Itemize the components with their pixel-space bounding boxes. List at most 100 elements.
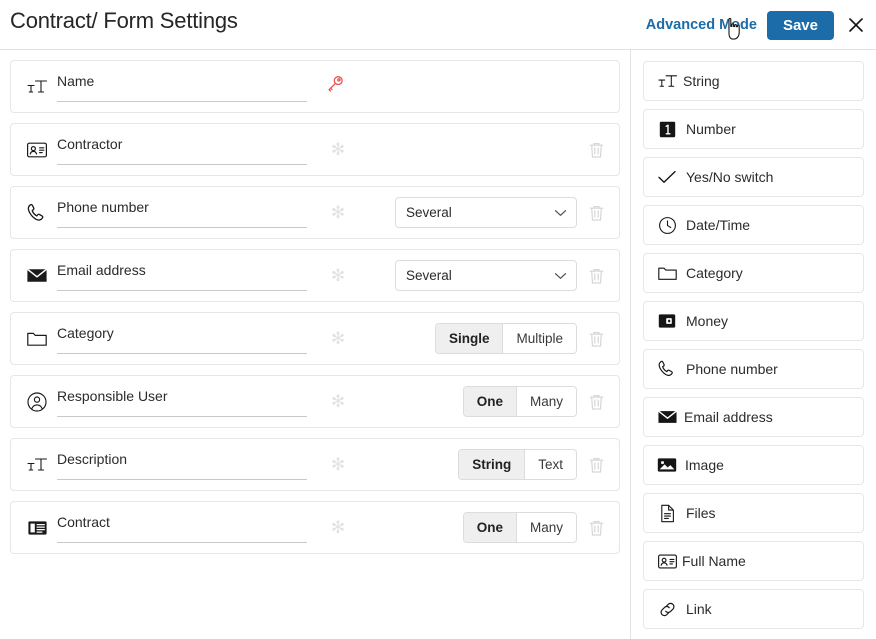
field-name-input[interactable]: Description <box>57 448 307 482</box>
required-marker[interactable]: ✻ <box>325 456 351 473</box>
cardinality-select-value: Several <box>406 205 452 220</box>
field-name-value: Contractor <box>57 135 123 152</box>
field-name-underline <box>57 415 307 417</box>
cardinality-select-value: Several <box>406 268 452 283</box>
folder-icon <box>25 327 49 351</box>
chevron-down-icon <box>554 268 567 283</box>
palette-item-date-time[interactable]: Date/Time <box>643 205 864 245</box>
delete-field-icon[interactable] <box>585 138 607 162</box>
field-name-input[interactable]: Contractor <box>57 133 307 167</box>
palette-item-label: Link <box>686 601 712 617</box>
delete-field-icon[interactable] <box>585 264 607 288</box>
delete-field-icon[interactable] <box>585 201 607 225</box>
table-row[interactable]: Phone number ✻ Several <box>10 186 620 239</box>
segment-one[interactable]: One <box>463 513 516 542</box>
required-marker[interactable]: ✻ <box>325 141 351 158</box>
text-string-icon <box>25 453 49 477</box>
table-row[interactable]: Category ✻ Single Multiple <box>10 312 620 365</box>
table-row[interactable]: Email address ✻ Several <box>10 249 620 302</box>
required-marker[interactable]: ✻ <box>325 267 351 284</box>
link-icon <box>656 598 678 620</box>
palette-item-label: Full Name <box>682 553 746 569</box>
save-button[interactable]: Save <box>766 10 834 40</box>
palette-item-label: Number <box>686 121 736 137</box>
palette-item-phone-number[interactable]: Phone number <box>643 349 864 389</box>
field-name-underline <box>57 541 307 543</box>
required-marker[interactable]: ✻ <box>325 519 351 536</box>
segment-many[interactable]: Many <box>515 513 576 542</box>
palette-item-yes-no-switch[interactable]: Yes/No switch <box>643 157 864 197</box>
text-string-icon <box>656 70 678 92</box>
field-name-underline <box>57 163 307 165</box>
cardinality-select[interactable]: Several <box>395 197 577 228</box>
page-title: Contract/ Form Settings <box>10 8 238 33</box>
email-icon <box>656 406 678 428</box>
palette-item-string[interactable]: String <box>643 61 864 101</box>
required-marker[interactable]: ✻ <box>325 393 351 410</box>
segment-one[interactable]: One <box>463 387 516 416</box>
palette-item-label: Email address <box>684 409 773 425</box>
table-row[interactable]: Responsible User ✻ One Many <box>10 375 620 428</box>
table-row[interactable]: Contractor ✻ <box>10 123 620 176</box>
table-row[interactable]: Contract ✻ One Many <box>10 501 620 554</box>
required-marker[interactable]: ✻ <box>325 330 351 347</box>
palette-item-money[interactable]: Money <box>643 301 864 341</box>
delete-field-icon[interactable] <box>585 390 607 414</box>
field-name-input[interactable]: Responsible User <box>57 385 307 419</box>
field-name-value: Contract <box>57 513 110 530</box>
segment-string[interactable]: String <box>459 450 525 479</box>
field-name-value: Phone number <box>57 198 149 215</box>
palette-item-files[interactable]: Files <box>643 493 864 533</box>
field-name-value: Name <box>57 72 95 89</box>
palette-item-label: Money <box>686 313 729 329</box>
segment-text[interactable]: Text <box>524 450 576 479</box>
field-name-value: Email address <box>57 261 146 278</box>
field-name-input[interactable]: Category <box>57 322 307 356</box>
palette-item-full-name[interactable]: Full Name <box>643 541 864 581</box>
image-icon <box>656 454 678 476</box>
delete-field-icon[interactable] <box>585 516 607 540</box>
row-controls: Single Multiple <box>434 323 607 354</box>
field-name-input[interactable]: Email address <box>57 259 307 293</box>
palette-item-category[interactable]: Category <box>643 253 864 293</box>
segment-single[interactable]: Single <box>435 324 503 353</box>
segment-multiple[interactable]: Multiple <box>502 324 576 353</box>
delete-field-icon[interactable] <box>585 453 607 477</box>
table-row[interactable]: Name <box>10 60 620 113</box>
cardinality-segmented-control: One Many <box>462 386 577 417</box>
field-name-underline <box>57 289 307 291</box>
palette-item-label: Date/Time <box>686 217 751 233</box>
clock-icon <box>656 214 678 236</box>
palette-item-number[interactable]: Number <box>643 109 864 149</box>
segment-many[interactable]: Many <box>515 387 576 416</box>
palette-item-link[interactable]: Link <box>643 589 864 629</box>
field-name-underline <box>57 100 307 102</box>
advanced-mode-link[interactable]: Advanced Mode <box>646 17 757 33</box>
chevron-down-icon <box>554 205 567 220</box>
user-circle-icon <box>25 390 49 414</box>
field-name-value: Category <box>57 324 114 341</box>
palette-item-label: Category <box>686 265 743 281</box>
row-controls: Several <box>395 197 607 228</box>
row-controls <box>585 138 607 162</box>
number-icon <box>656 118 678 140</box>
field-name-input[interactable]: Name <box>57 70 307 104</box>
field-name-input[interactable]: Phone number <box>57 196 307 230</box>
field-name-input[interactable]: Contract <box>57 511 307 545</box>
cardinality-select[interactable]: Several <box>395 260 577 291</box>
row-controls: One Many <box>462 386 607 417</box>
cardinality-segmented-control: Single Multiple <box>434 323 577 354</box>
palette-item-label: Phone number <box>686 361 778 377</box>
palette-item-image[interactable]: Image <box>643 445 864 485</box>
folder-icon <box>656 262 678 284</box>
table-row[interactable]: Description ✻ String Text <box>10 438 620 491</box>
field-name-value: Responsible User <box>57 387 168 404</box>
email-icon <box>25 264 49 288</box>
contact-card-icon <box>25 138 49 162</box>
palette-item-email-address[interactable]: Email address <box>643 397 864 437</box>
text-string-icon <box>25 75 49 99</box>
close-icon[interactable] <box>844 13 868 37</box>
required-marker[interactable]: ✻ <box>325 204 351 221</box>
palette-item-label: Image <box>685 457 724 473</box>
delete-field-icon[interactable] <box>585 327 607 351</box>
